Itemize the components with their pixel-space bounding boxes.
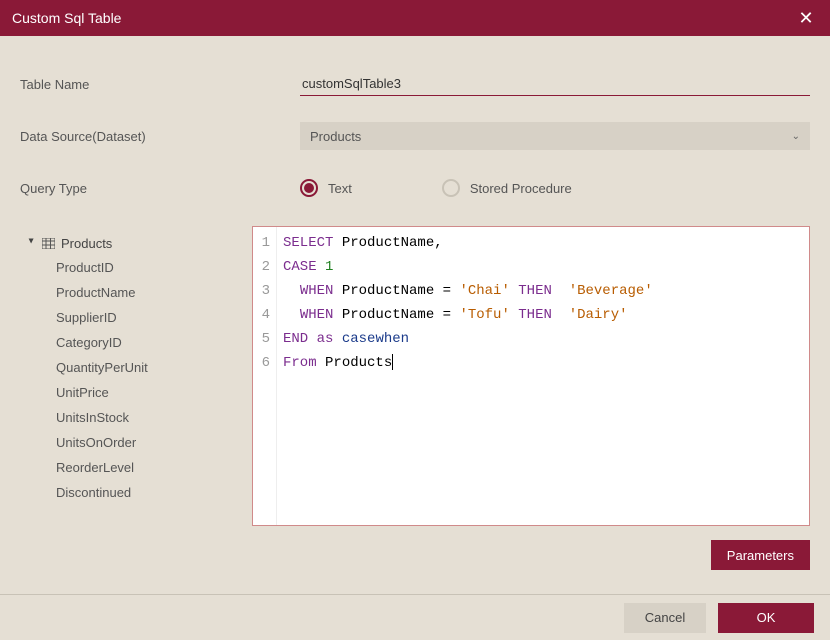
tree-item[interactable]: ProductID	[54, 255, 236, 280]
radio-outer-icon	[300, 179, 318, 197]
radio-stored-procedure[interactable]: Stored Procedure	[442, 179, 572, 197]
radio-stored-procedure-label: Stored Procedure	[470, 181, 572, 196]
line-number: 5	[253, 327, 270, 351]
row-query-type: Query Type Text Stored Procedure	[20, 174, 810, 202]
radio-outer-icon	[442, 179, 460, 197]
chevron-down-icon: ⌄	[792, 131, 800, 142]
workarea: ▸ Products ProductIDProductNameSupplierI…	[20, 226, 810, 526]
tree-item[interactable]: UnitPrice	[54, 380, 236, 405]
tree-root-label: Products	[61, 236, 112, 251]
data-source-label: Data Source(Dataset)	[20, 129, 300, 144]
tree-item[interactable]: QuantityPerUnit	[54, 355, 236, 380]
tree-item[interactable]: CategoryID	[54, 330, 236, 355]
radio-inner-icon	[304, 183, 314, 193]
tree-root-products[interactable]: ▸ Products	[24, 232, 236, 255]
table-name-input[interactable]	[300, 72, 810, 96]
tree-item[interactable]: Discontinued	[54, 480, 236, 505]
tree-item[interactable]: ProductName	[54, 280, 236, 305]
code-line[interactable]: From Products	[283, 351, 653, 375]
query-type-radios: Text Stored Procedure	[300, 179, 810, 197]
query-type-label: Query Type	[20, 181, 300, 196]
close-icon[interactable]: ✕	[794, 8, 818, 29]
radio-text[interactable]: Text	[300, 179, 352, 197]
radio-text-label: Text	[328, 181, 352, 196]
data-source-control: Products ⌄	[300, 122, 810, 150]
line-number: 4	[253, 303, 270, 327]
line-number: 3	[253, 279, 270, 303]
row-data-source: Data Source(Dataset) Products ⌄	[20, 122, 810, 150]
tree-children: ProductIDProductNameSupplierIDCategoryID…	[54, 255, 236, 505]
cancel-button[interactable]: Cancel	[624, 603, 706, 633]
tree-item[interactable]: SupplierID	[54, 305, 236, 330]
parameters-row: Parameters	[0, 526, 830, 570]
code-line[interactable]: CASE 1	[283, 255, 653, 279]
line-number: 1	[253, 231, 270, 255]
code-line[interactable]: WHEN ProductName = 'Tofu' THEN 'Dairy'	[283, 303, 653, 327]
schema-tree: ▸ Products ProductIDProductNameSupplierI…	[20, 226, 240, 526]
line-number: 2	[253, 255, 270, 279]
tree-item[interactable]: UnitsOnOrder	[54, 430, 236, 455]
tree-item[interactable]: ReorderLevel	[54, 455, 236, 480]
table-name-label: Table Name	[20, 77, 300, 92]
line-number: 6	[253, 351, 270, 375]
data-source-select[interactable]: Products ⌄	[300, 122, 810, 150]
sql-editor[interactable]: 123456 SELECT ProductName,CASE 1 WHEN Pr…	[252, 226, 810, 526]
editor-code[interactable]: SELECT ProductName,CASE 1 WHEN ProductNa…	[277, 227, 659, 525]
table-icon	[42, 238, 55, 249]
ok-button[interactable]: OK	[718, 603, 814, 633]
dialog-footer: Cancel OK	[0, 594, 830, 640]
row-table-name: Table Name	[20, 70, 810, 98]
code-line[interactable]: END as casewhen	[283, 327, 653, 351]
dialog-content: Table Name Data Source(Dataset) Products…	[0, 36, 830, 526]
parameters-button[interactable]: Parameters	[711, 540, 810, 570]
titlebar: Custom Sql Table ✕	[0, 0, 830, 36]
tree-item[interactable]: UnitsInStock	[54, 405, 236, 430]
code-line[interactable]: WHEN ProductName = 'Chai' THEN 'Beverage…	[283, 279, 653, 303]
caret-down-icon: ▸	[26, 239, 37, 249]
code-line[interactable]: SELECT ProductName,	[283, 231, 653, 255]
editor-gutter: 123456	[253, 227, 277, 525]
table-name-control	[300, 72, 810, 96]
dialog-title: Custom Sql Table	[12, 10, 121, 26]
text-cursor	[392, 354, 393, 370]
data-source-value: Products	[310, 129, 361, 144]
